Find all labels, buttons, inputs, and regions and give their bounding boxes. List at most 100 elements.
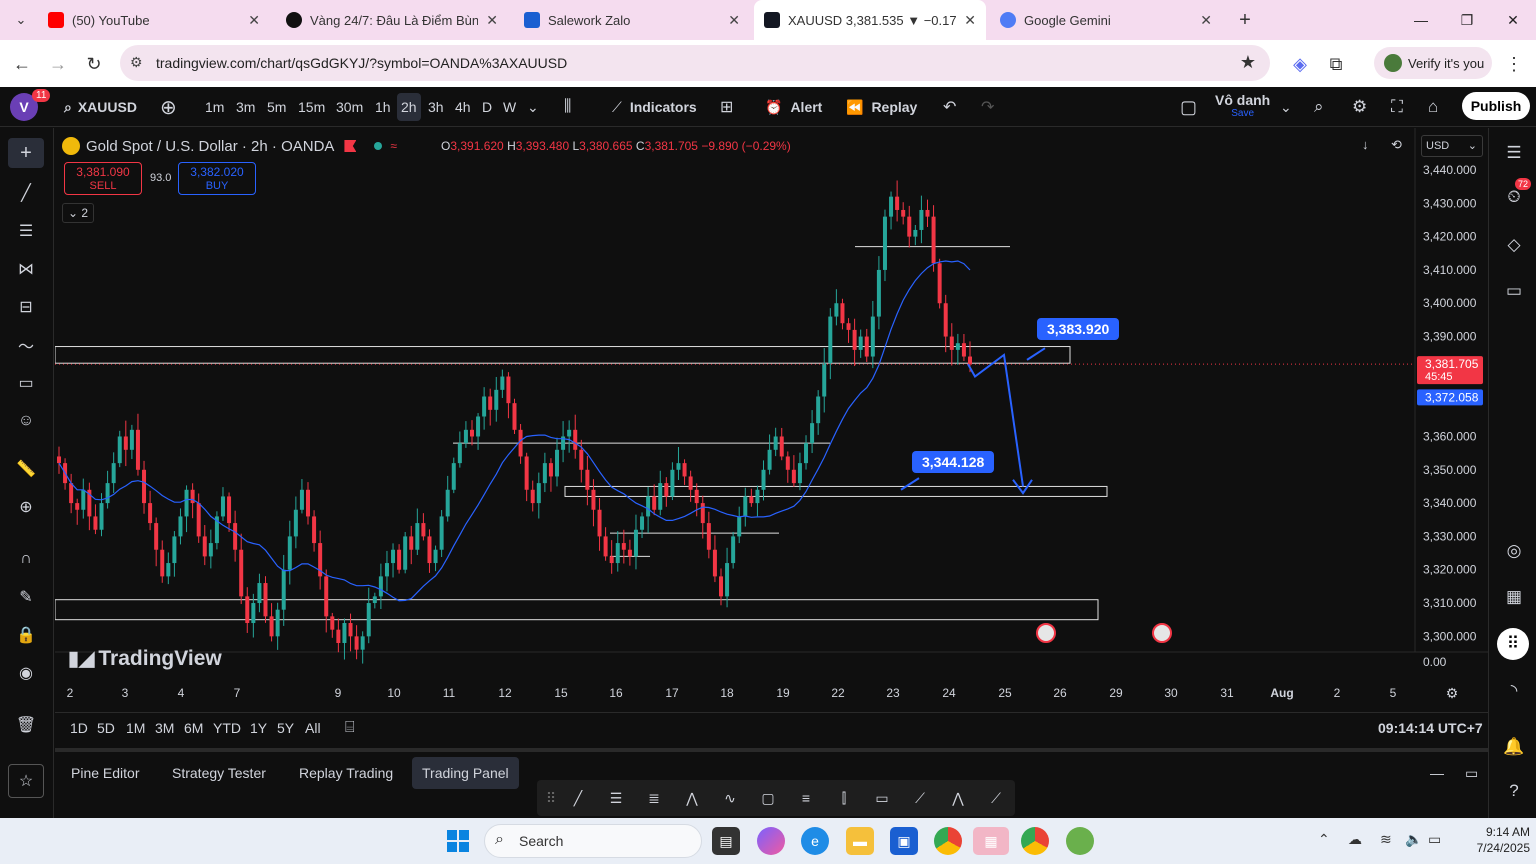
close-tab-icon[interactable]: ✕ — [248, 12, 260, 29]
forward-icon[interactable]: → — [44, 50, 72, 78]
layout-box-icon[interactable]: ▢ — [1180, 87, 1197, 127]
pencil-lock-icon[interactable]: ✎ — [8, 582, 44, 612]
scroll-down-icon[interactable]: ↓ — [1362, 137, 1369, 152]
range-ytd[interactable]: YTD — [213, 713, 241, 743]
brush-tool-icon[interactable]: ⟋ — [984, 786, 1008, 810]
interval-3h[interactable]: 3h — [428, 87, 444, 127]
brush-icon[interactable]: 〜 — [8, 330, 44, 360]
layouts-grid-icon[interactable]: ⊞ — [720, 87, 733, 127]
cloud-icon[interactable]: ☁ — [1348, 831, 1362, 848]
tab-salework[interactable]: Salework Zalo ✕ — [514, 0, 750, 40]
text-note-icon[interactable]: ▭ — [8, 368, 44, 398]
menu-dots-icon[interactable]: ⋮ — [1500, 50, 1528, 78]
wifi-icon[interactable]: ≋ — [1380, 831, 1392, 848]
indicator-collapse-toggle[interactable]: ⌄ 2 — [62, 203, 94, 223]
favorites-star-icon[interactable]: ☆ — [8, 764, 44, 798]
new-tab-icon[interactable]: + — [1230, 0, 1260, 40]
maximize-icon[interactable]: ❐ — [1444, 0, 1490, 40]
range-1m[interactable]: 1M — [126, 713, 145, 743]
clock-timezone[interactable]: 09:14:14 UTC+7 — [1378, 713, 1483, 743]
layout-chevron-icon[interactable]: ⌄ — [1280, 87, 1292, 127]
curve-tool-icon[interactable]: ∿ — [718, 786, 742, 810]
taskbar-clock[interactable]: 9:14 AM 7/24/2025 — [1452, 824, 1530, 856]
back-icon[interactable]: ← — [8, 50, 36, 78]
wave-tool-icon[interactable]: ⋀ — [680, 786, 704, 810]
panel-minimize-icon[interactable]: — — [1420, 757, 1454, 789]
tab-youtube[interactable]: (50) YouTube ✕ — [38, 0, 270, 40]
range-3m[interactable]: 3M — [155, 713, 174, 743]
extension-icon[interactable]: ◈ — [1286, 50, 1314, 78]
volume-icon[interactable]: 🔈 — [1405, 831, 1422, 848]
lock-icon[interactable]: 🔒 — [8, 620, 44, 650]
chat-icon[interactable]: ▭ — [1499, 276, 1529, 306]
fib-tool-icon[interactable]: ≣ — [642, 786, 666, 810]
close-tab-icon[interactable]: ✕ — [964, 12, 976, 29]
compare-plus-icon[interactable]: ⊕ — [160, 87, 177, 127]
buy-button[interactable]: 3,382.020 BUY — [178, 162, 256, 195]
tab-xauusd[interactable]: XAUUSD 3,381.535 ▼ −0.17% V ✕ — [754, 0, 986, 40]
user-avatar[interactable]: V 11 — [10, 87, 51, 127]
interval-w[interactable]: W — [503, 87, 516, 127]
tab-vang[interactable]: Vàng 24/7: Đâu Là Điểm Bùng N ✕ — [276, 0, 508, 40]
notification-bell-icon[interactable]: 🔔 — [1499, 732, 1529, 762]
layers-icon[interactable]: ◇ — [1499, 230, 1529, 260]
snapshot-camera-icon[interactable]: ⌂ — [1428, 87, 1438, 127]
battery-icon[interactable]: ▭ — [1428, 831, 1441, 848]
copilot-icon[interactable] — [757, 827, 785, 855]
panel-maximize-icon[interactable]: ▭ — [1455, 757, 1488, 789]
replay-button[interactable]: ⏪ Replay — [846, 87, 917, 127]
indicators-button[interactable]: ⟋ Indicators — [612, 87, 697, 127]
tray-chevron-icon[interactable]: ⌃ — [1318, 831, 1330, 848]
help-icon[interactable]: ? — [1499, 776, 1529, 806]
target-low-label[interactable]: 3,344.128 — [912, 451, 995, 473]
rectangle-tool-icon[interactable]: ▢ — [756, 786, 780, 810]
windows-start-icon[interactable] — [444, 827, 472, 855]
zoom-in-icon[interactable]: ⊕ — [8, 492, 44, 522]
range-5y[interactable]: 5Y — [277, 713, 294, 743]
publish-button[interactable]: Publish — [1462, 92, 1530, 120]
fib-lines-icon[interactable]: ☰ — [8, 216, 44, 246]
broadcast-icon[interactable]: ◝ — [1499, 676, 1529, 706]
settings-gear-icon[interactable]: ⚙ — [1352, 87, 1367, 127]
parallel-tool-icon[interactable]: ≡ — [794, 786, 818, 810]
interval-3m[interactable]: 3m — [236, 87, 255, 127]
interval-15m[interactable]: 15m — [298, 87, 325, 127]
channel-tool-icon[interactable]: ☰ — [604, 786, 628, 810]
range-6m[interactable]: 6M — [184, 713, 203, 743]
interval-2h[interactable]: 2h — [397, 87, 421, 127]
range-5d[interactable]: 5D — [97, 713, 115, 743]
taskbar-search[interactable]: ⌕ Search — [484, 824, 702, 858]
fullscreen-icon[interactable]: ⛶ — [1391, 87, 1403, 127]
trash-icon[interactable]: 🗑 — [8, 710, 44, 740]
price-chart[interactable]: 3,440.000 3,430.000 3,420.000 3,410.000 3,40… — [55, 128, 1488, 710]
calendar-icon[interactable]: ▦ — [1499, 582, 1529, 612]
range-1y[interactable]: 1Y — [250, 713, 267, 743]
pattern-icon[interactable]: ⋈ — [8, 254, 44, 284]
goto-date-icon[interactable]: ⌸ — [345, 713, 355, 743]
watchlist-icon[interactable]: ☰ — [1499, 138, 1529, 168]
chrome-icon[interactable] — [934, 827, 962, 855]
callout-tool-icon[interactable]: ▭ — [870, 786, 894, 810]
candle-type-icon[interactable]: ⫼ — [564, 87, 571, 127]
auto-scale-icon[interactable]: ⟲ — [1391, 137, 1402, 153]
bookmark-star-icon[interactable]: ★ — [1240, 52, 1256, 73]
symbol-search[interactable]: ⌕ XAUUSD — [64, 87, 137, 127]
interval-1m[interactable]: 1m — [205, 87, 224, 127]
bars-pattern-icon[interactable]: ⫿ — [832, 786, 856, 810]
interval-4h[interactable]: 4h — [455, 87, 471, 127]
line-tool-icon[interactable]: ╱ — [566, 786, 590, 810]
tab-gemini[interactable]: Google Gemini ✕ — [990, 0, 1222, 40]
currency-select[interactable]: USD ⌄ — [1421, 135, 1483, 157]
verify-button[interactable]: Verify it's you — [1374, 47, 1492, 79]
trendline-icon[interactable]: ╱ — [8, 178, 44, 208]
interval-5m[interactable]: 5m — [267, 87, 286, 127]
undo-icon[interactable]: ↶ — [943, 87, 956, 127]
polyline-tool-icon[interactable]: ⋀ — [946, 786, 970, 810]
chart-title[interactable]: Gold Spot / U.S. Dollar · 2h · OANDA — [86, 138, 334, 155]
tab-pine-editor[interactable]: Pine Editor — [61, 757, 149, 789]
drag-handle-icon[interactable]: ⠿ — [539, 786, 563, 810]
url-text[interactable]: tradingview.com/chart/qsGdGKYJ/?symbol=O… — [156, 55, 567, 71]
tab-strategy-tester[interactable]: Strategy Tester — [162, 757, 276, 789]
tab-search-chevron-icon[interactable]: ⌄ — [8, 0, 34, 40]
app-pink-icon[interactable]: ▦ — [973, 827, 1009, 855]
